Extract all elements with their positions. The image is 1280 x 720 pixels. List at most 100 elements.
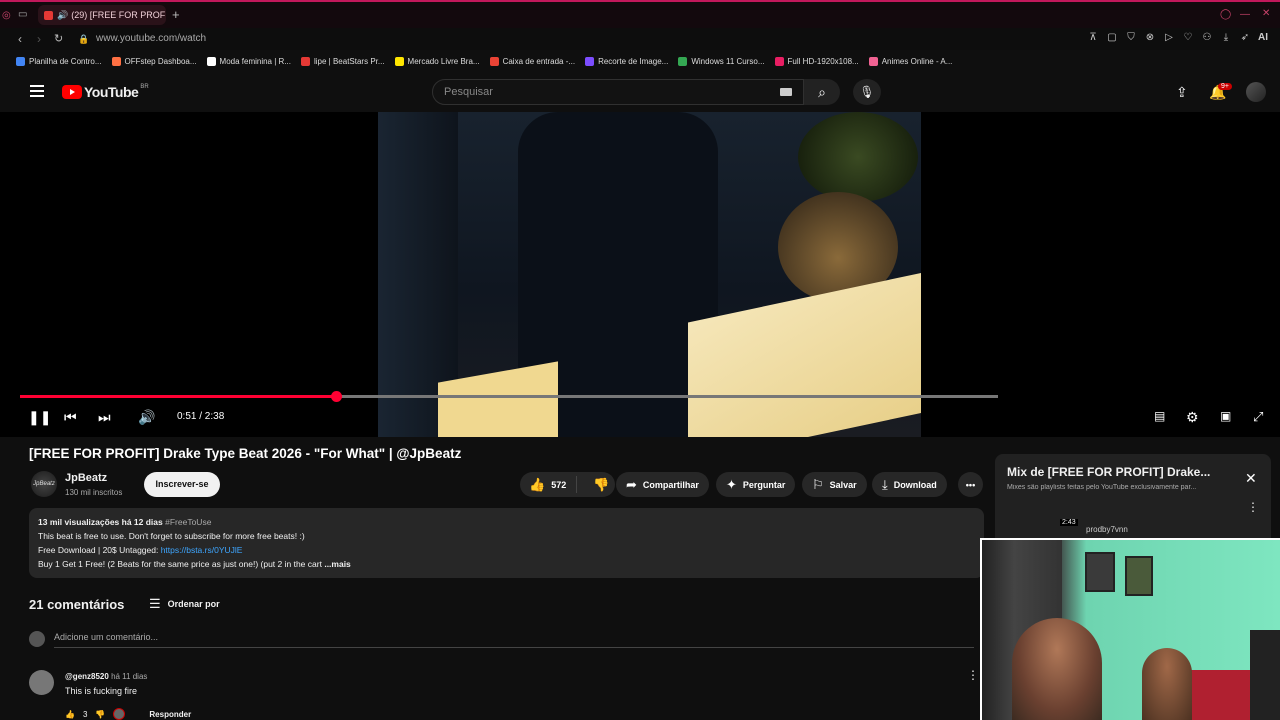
like-button[interactable]: 👍 572 (520, 476, 578, 493)
search-input[interactable]: Pesquisar (432, 79, 804, 105)
minimize-icon[interactable]: — (1240, 9, 1250, 20)
tab-square-icon[interactable]: ▢ (1106, 32, 1118, 43)
volume-icon[interactable]: 🔊 (138, 409, 155, 426)
miniplayer-icon[interactable]: ▣ (1220, 409, 1231, 423)
webcam-person (1012, 618, 1102, 720)
shield-icon[interactable]: ⛉ (1125, 32, 1137, 43)
new-tab-icon[interactable]: + (172, 7, 180, 22)
bookmark-label: Caixa de entrada -... (502, 56, 576, 66)
bookmark-item[interactable]: Mercado Livre Bra... (394, 52, 480, 70)
settings-gear-icon[interactable]: ⚙ (1186, 409, 1199, 426)
browser-toolbar: ⊼ ▢ ⛉ ⊗ ▷ ♡ ⚇ ⤓ ➶ AI (1087, 32, 1268, 43)
browser-sidebar-icon[interactable]: ◎ (2, 10, 11, 21)
browser-tab-bar (0, 0, 1280, 28)
bookmarks-bar: Planilha de Contro... OFFstep Dashboa... M… (0, 52, 1280, 70)
search-button[interactable]: ⌕ (804, 79, 840, 105)
bookmark-label: Planilha de Contro... (29, 56, 102, 66)
tab-overview-icon[interactable]: ▭ (18, 9, 27, 20)
profile-icon[interactable]: ⚇ (1201, 32, 1213, 43)
bookmark-item[interactable]: Moda feminina | R... (206, 52, 291, 70)
bookmark-item[interactable]: OFFstep Dashboa... (111, 52, 197, 70)
ai-button[interactable]: AI (1258, 32, 1268, 43)
pin-icon[interactable]: ⊼ (1087, 32, 1099, 43)
hashtag-link[interactable]: #FreeToUse (165, 517, 211, 527)
close-window-icon[interactable]: ✕ (1262, 8, 1270, 19)
video-frame[interactable] (378, 112, 921, 437)
keyboard-icon[interactable] (780, 88, 792, 96)
ask-button[interactable]: ✦ Perguntar (716, 472, 796, 497)
mix-more-icon[interactable]: ⋮ (1247, 500, 1259, 514)
video-scene-plant (798, 112, 918, 202)
bookmark-favicon-icon (774, 56, 784, 66)
bookmark-favicon-icon (489, 56, 499, 66)
extension-icon[interactable]: ⊗ (1144, 32, 1156, 43)
webcam-shelf (1250, 630, 1280, 720)
subtitles-icon[interactable]: ▤ (1154, 409, 1165, 423)
youtube-play-logo-icon (62, 85, 82, 99)
comment-dislike-icon[interactable]: 👎 (95, 710, 105, 719)
share-label: Compartilhar (642, 479, 699, 490)
hamburger-menu-icon[interactable] (30, 85, 44, 97)
send-icon[interactable]: ➶ (1239, 32, 1251, 43)
bookmark-item[interactable]: Recorte de Image... (585, 52, 668, 70)
speaker-icon[interactable]: 🔊 (57, 10, 68, 21)
heart-icon[interactable]: ♡ (1182, 32, 1194, 43)
comments-count: 21 comentários (29, 597, 125, 612)
bookmark-label: lipe | BeatStars Pr... (313, 56, 385, 66)
beatstars-link[interactable]: https://bsta.rs/0YUJlE (161, 545, 243, 555)
sort-icon: ☰ (149, 596, 161, 611)
upload-icon[interactable]: ⇪ (1176, 84, 1188, 101)
download-button[interactable]: ⤓ Download (872, 472, 947, 497)
youtube-logo[interactable]: YouTube BR (62, 84, 149, 100)
bookmark-item[interactable]: Planilha de Contro... (16, 52, 102, 70)
comment-avatar[interactable] (29, 670, 54, 695)
scrubber-handle[interactable] (330, 391, 342, 402)
pause-icon[interactable]: ❚❚ (28, 409, 51, 426)
account-avatar[interactable] (1246, 82, 1266, 102)
comment-header: @genz8520 há 11 dias (65, 672, 147, 681)
voice-search-button[interactable]: 🎙 (853, 79, 881, 105)
share-button[interactable]: ➦ Compartilhar (616, 472, 709, 497)
bookmark-item[interactable]: Windows 11 Curso... (678, 52, 765, 70)
bookmark-item[interactable]: Caixa de entrada -... (489, 52, 576, 70)
bookmark-label: Recorte de Image... (598, 56, 669, 66)
description-line: Free Download | 20$ Untagged: (38, 545, 161, 555)
more-actions-button[interactable]: ••• (958, 472, 983, 497)
play-icon[interactable]: ▷ (1163, 32, 1175, 43)
sparkle-icon: ✦ (726, 476, 737, 492)
comment-like-icon[interactable]: 👍 (65, 710, 75, 719)
fullscreen-icon[interactable]: ⤢ (1253, 409, 1263, 425)
browser-search-icon[interactable]: ◯ (1220, 9, 1231, 20)
sort-comments-button[interactable]: ☰ Ordenar por (149, 596, 220, 612)
comment-more-icon[interactable]: ⋮ (967, 668, 979, 682)
bookmark-item[interactable]: Animes Online - A... (868, 52, 952, 70)
mix-subtitle: Mixes são playlists feitas pelo YouTube … (1007, 484, 1197, 491)
screen: ◎ ▭ 🔊 (29) [FREE FOR PROFIT] + ◯ — ✕ ‹ ›… (0, 0, 1280, 720)
url-field[interactable]: www.youtube.com/watch (96, 33, 206, 44)
close-icon[interactable]: ✕ (1245, 470, 1257, 487)
reload-icon[interactable]: ↻ (54, 32, 63, 45)
bookmark-item[interactable]: Full HD-1920x108... (774, 52, 859, 70)
channel-name[interactable]: JpBeatz (65, 472, 107, 484)
comment-author[interactable]: @genz8520 (65, 672, 109, 681)
next-icon[interactable]: ⏭ (98, 409, 111, 426)
browser-tab-active[interactable]: 🔊 (29) [FREE FOR PROFIT] (38, 5, 166, 25)
subscribe-button[interactable]: Inscrever-se (144, 472, 220, 497)
dislike-button[interactable]: 👎 (583, 477, 609, 493)
save-button[interactable]: ⚐ Salvar (802, 472, 867, 497)
reply-button[interactable]: Responder (149, 710, 191, 719)
search-icon: ⌕ (818, 84, 826, 100)
mix-title[interactable]: Mix de [FREE FOR PROFIT] Drake... (1007, 465, 1222, 479)
add-comment-input[interactable]: Adicione um comentário... (54, 632, 158, 642)
channel-avatar[interactable]: JpBeatz (31, 471, 57, 497)
description-box[interactable]: 13 mil visualizações há 12 dias #FreeToU… (29, 508, 984, 578)
user-avatar (29, 631, 45, 647)
bookmark-item[interactable]: lipe | BeatStars Pr... (300, 52, 385, 70)
back-icon[interactable]: ‹ (18, 32, 22, 46)
download-icon[interactable]: ⤓ (1220, 32, 1232, 43)
show-more-link[interactable]: ...mais (324, 559, 350, 569)
forward-icon[interactable]: › (37, 32, 41, 46)
previous-icon[interactable]: ⏮ (64, 409, 77, 426)
country-code: BR (140, 84, 149, 90)
mix-item-channel[interactable]: prodby7vnn (1086, 525, 1128, 534)
